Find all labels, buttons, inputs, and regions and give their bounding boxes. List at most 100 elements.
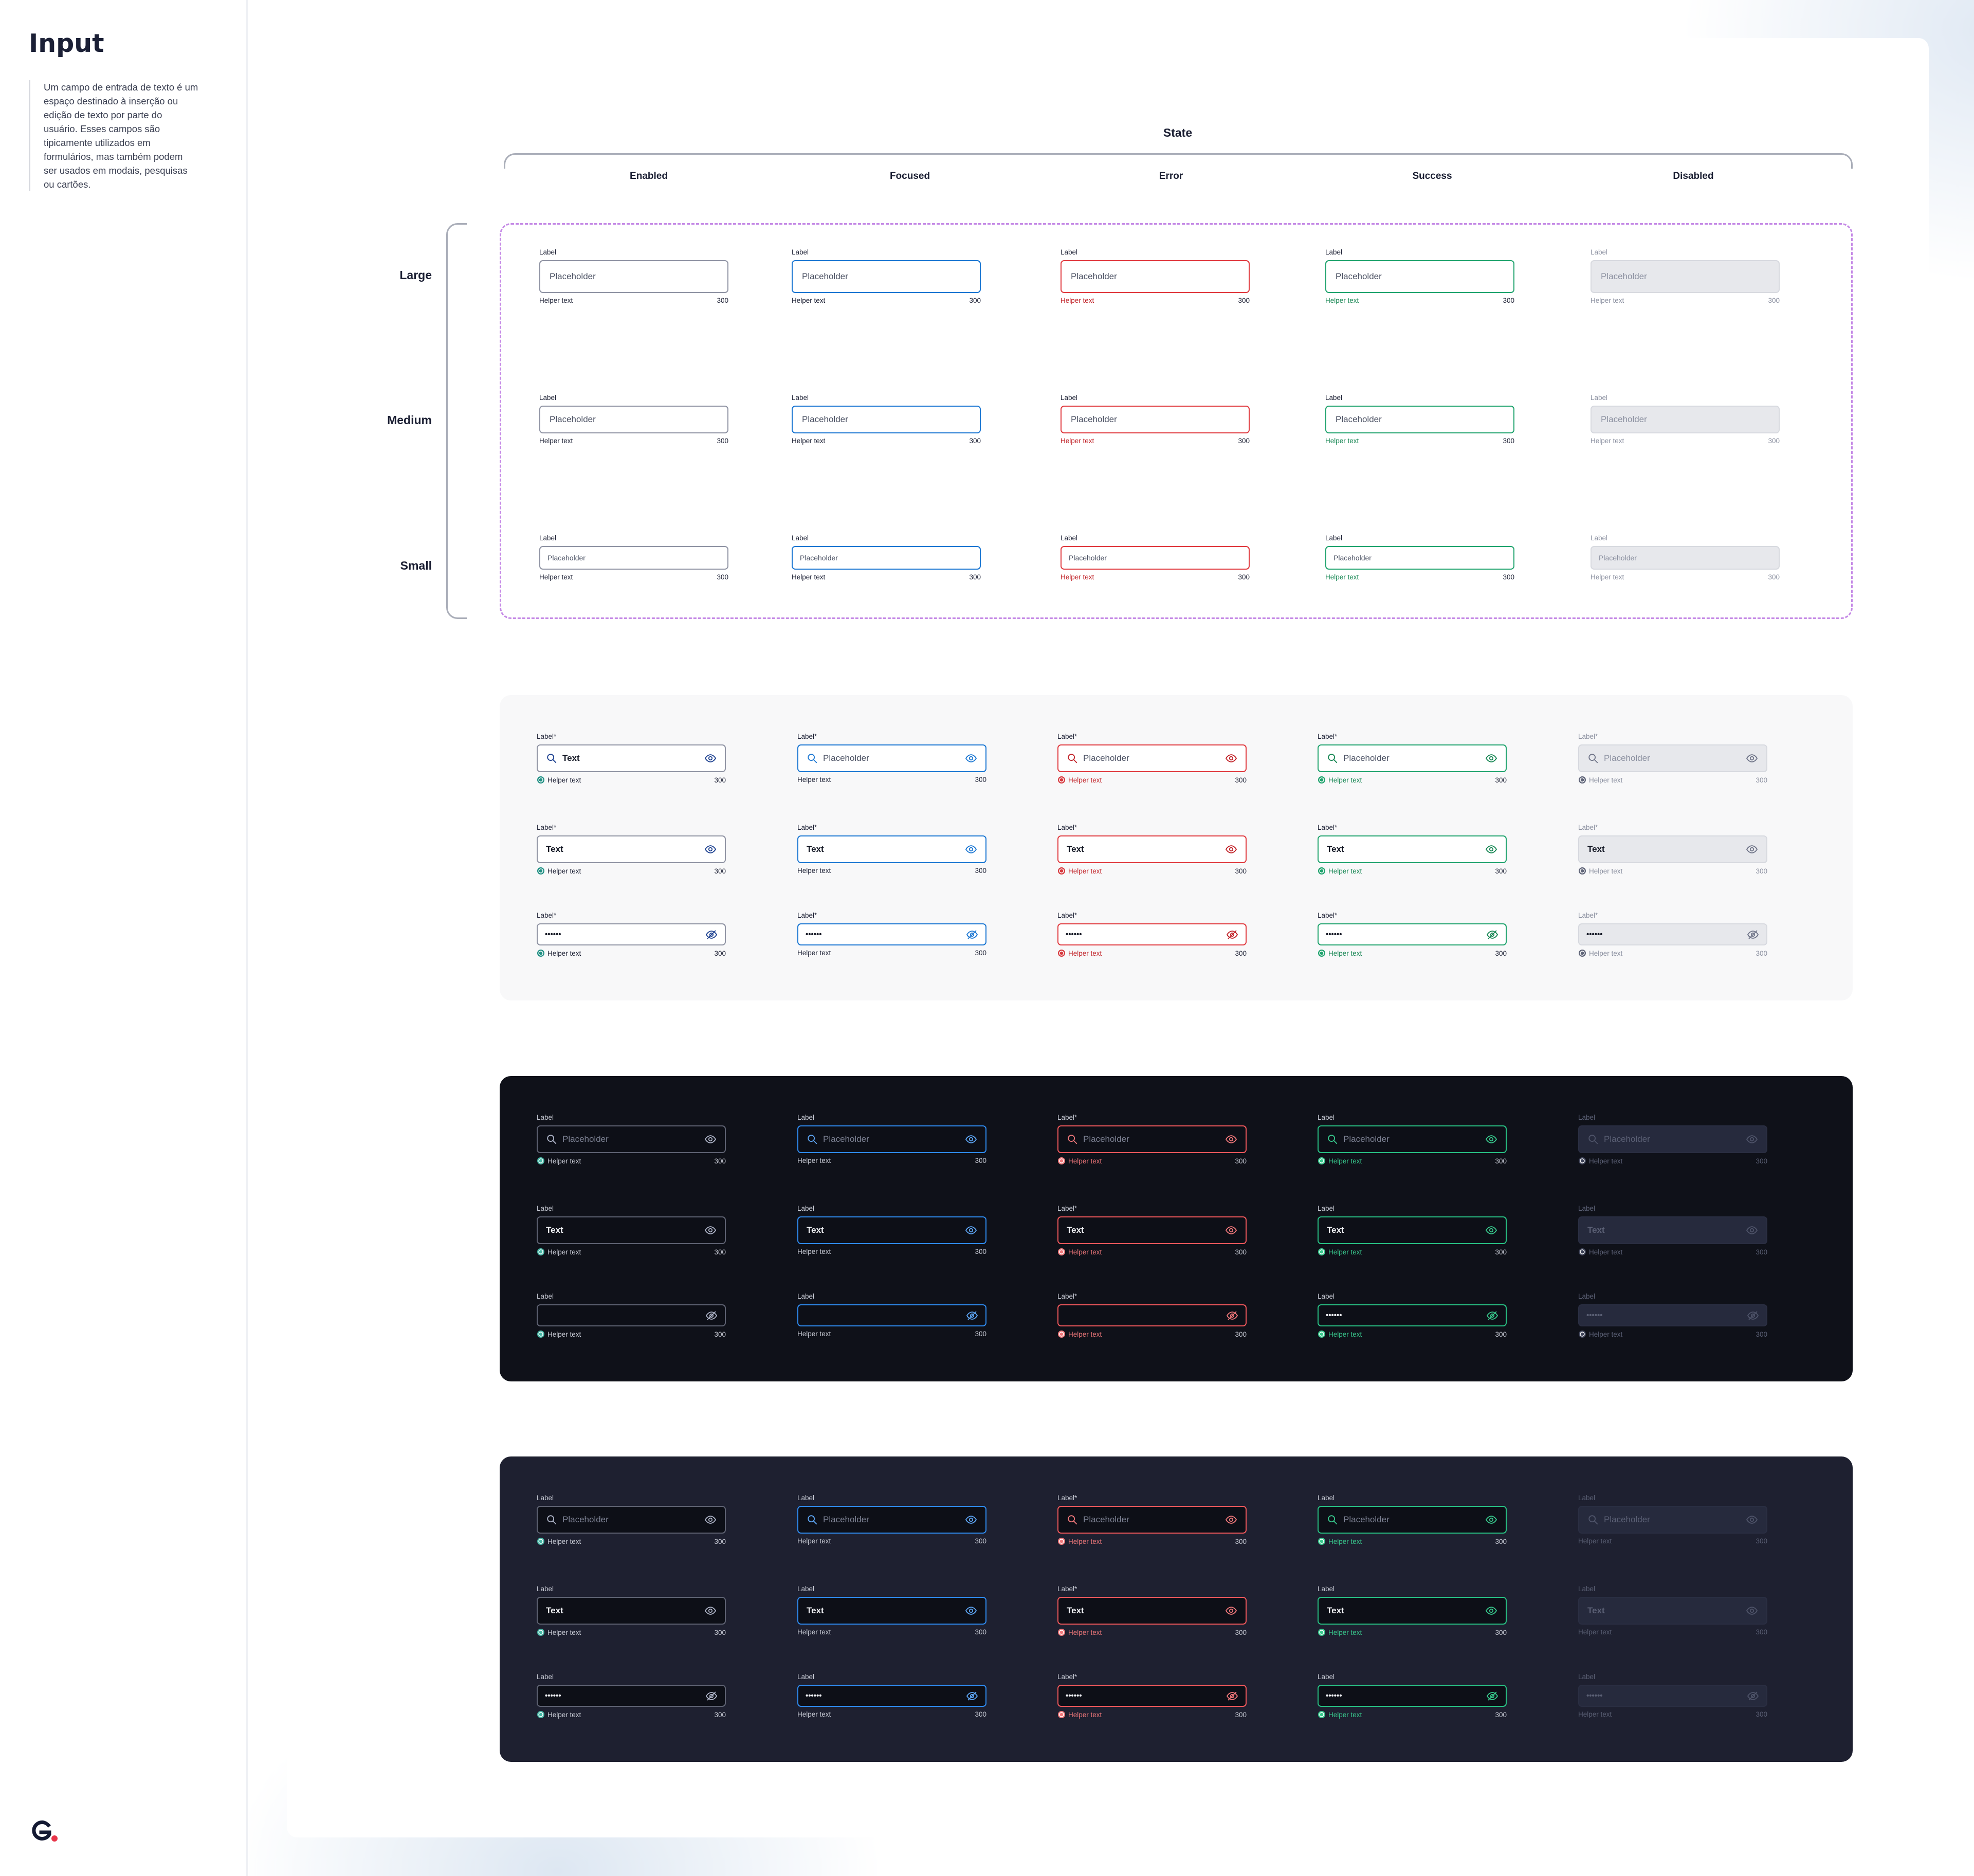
helper-status-icon <box>537 1628 545 1636</box>
eye-icon[interactable] <box>704 1224 717 1236</box>
focused-input-field[interactable]: Placeholder <box>792 546 981 570</box>
focused-input-field[interactable]: •••••• <box>797 923 986 945</box>
enabled-input-field[interactable] <box>537 1304 726 1326</box>
enabled-input-field[interactable]: Placeholder <box>539 406 728 433</box>
success-input-field[interactable]: Placeholder <box>1325 546 1514 570</box>
enabled-input-field[interactable]: Text <box>537 1597 726 1625</box>
enabled-input-field[interactable]: Text <box>537 1216 726 1244</box>
eye-icon[interactable] <box>704 1133 717 1145</box>
eye-off-icon[interactable] <box>705 928 718 941</box>
focused-input-field[interactable]: Placeholder <box>792 406 981 433</box>
eye-icon[interactable] <box>1225 843 1237 855</box>
focused-input-field[interactable]: Placeholder <box>797 1125 986 1153</box>
error-input-field[interactable]: Placeholder <box>1057 744 1247 772</box>
helper-text: Helper text <box>547 949 581 957</box>
eye-icon[interactable] <box>1485 1133 1497 1145</box>
error-input-field[interactable]: •••••• <box>1057 1685 1247 1707</box>
eye-icon[interactable] <box>704 752 717 764</box>
field-label: Label* <box>1057 733 1077 740</box>
focused-input-field[interactable]: •••••• <box>797 1685 986 1707</box>
success-input-field[interactable]: Placeholder <box>1318 1506 1507 1534</box>
eye-icon[interactable] <box>965 1514 977 1526</box>
eye-off-icon[interactable] <box>1486 928 1498 941</box>
success-input-field[interactable]: •••••• <box>1318 1685 1507 1707</box>
eye-off-icon[interactable] <box>1486 1690 1498 1702</box>
focused-input-field[interactable]: Placeholder <box>792 260 981 293</box>
error-input-field[interactable]: Placeholder <box>1061 406 1250 433</box>
success-input-field[interactable]: •••••• <box>1318 923 1507 945</box>
success-input-field[interactable]: Placeholder <box>1318 1125 1507 1153</box>
eye-icon[interactable] <box>1485 1514 1497 1526</box>
eye-icon[interactable] <box>1225 1224 1237 1236</box>
focused-input-field[interactable]: Placeholder <box>797 1506 986 1534</box>
eye-off-icon[interactable] <box>1226 928 1238 941</box>
eye-off-icon[interactable] <box>1486 1309 1498 1322</box>
success-input-field[interactable]: •••••• <box>1318 1304 1507 1326</box>
error-input-field[interactable]: Placeholder <box>1057 1506 1247 1534</box>
input-value: Placeholder <box>547 554 586 562</box>
eye-off-icon[interactable] <box>966 1309 978 1322</box>
focused-input-field[interactable]: Text <box>797 835 986 863</box>
eye-off-icon[interactable] <box>966 928 978 941</box>
enabled-input-field[interactable]: Placeholder <box>537 1506 726 1534</box>
error-input-field[interactable]: Placeholder <box>1057 1125 1247 1153</box>
enabled-input-field[interactable]: •••••• <box>537 923 726 945</box>
eye-icon[interactable] <box>1485 752 1497 764</box>
eye-icon[interactable] <box>965 1605 977 1617</box>
error-input-field[interactable]: Text <box>1057 1597 1247 1625</box>
eye-icon[interactable] <box>1225 1514 1237 1526</box>
enabled-input-field[interactable]: •••••• <box>537 1685 726 1707</box>
field-label: Label* <box>1057 1673 1077 1681</box>
success-input-field[interactable]: Text <box>1318 1216 1507 1244</box>
focused-input-field[interactable]: Text <box>797 1216 986 1244</box>
field-label: Label <box>1325 248 1343 256</box>
enabled-input-field[interactable]: Text <box>537 835 726 863</box>
success-input-field[interactable]: Placeholder <box>1318 744 1507 772</box>
eye-icon[interactable] <box>704 1514 717 1526</box>
success-input-field[interactable]: Text <box>1318 835 1507 863</box>
eye-icon[interactable] <box>1225 1133 1237 1145</box>
error-input-field[interactable]: Text <box>1057 1216 1247 1244</box>
enabled-input-field[interactable]: Placeholder <box>537 1125 726 1153</box>
error-input-field[interactable] <box>1057 1304 1247 1326</box>
eye-icon[interactable] <box>965 1133 977 1145</box>
eye-off-icon[interactable] <box>966 1690 978 1702</box>
enabled-input-field[interactable]: Placeholder <box>539 260 728 293</box>
eye-icon[interactable] <box>965 752 977 764</box>
helper-text: Helper text <box>1589 776 1623 784</box>
field-label: Label <box>1318 1494 1335 1502</box>
enabled-input-field[interactable]: Text <box>537 744 726 772</box>
error-input-field[interactable]: •••••• <box>1057 923 1247 945</box>
helper-status-icon <box>1318 1710 1326 1719</box>
eye-icon[interactable] <box>1485 843 1497 855</box>
error-input-field[interactable]: Placeholder <box>1061 546 1250 570</box>
eye-off-icon[interactable] <box>705 1309 718 1322</box>
helper-text: Helper text <box>792 297 826 304</box>
success-input-field[interactable]: Placeholder <box>1325 260 1514 293</box>
focused-input-field[interactable] <box>797 1304 986 1326</box>
eye-off-icon[interactable] <box>1226 1690 1238 1702</box>
success-input-field[interactable]: Placeholder <box>1325 406 1514 433</box>
eye-icon[interactable] <box>1485 1224 1497 1236</box>
eye-icon[interactable] <box>1485 1605 1497 1617</box>
field-label: Label <box>792 394 809 402</box>
navy-variant-3-disabled: Label •••••• Helper text 300 <box>1578 1673 1767 1718</box>
eye-icon[interactable] <box>965 843 977 855</box>
error-input-field[interactable]: Text <box>1057 835 1247 863</box>
focused-input-field[interactable]: Placeholder <box>797 744 986 772</box>
eye-icon[interactable] <box>1225 752 1237 764</box>
search-icon <box>1067 753 1078 764</box>
eye-off-icon[interactable] <box>705 1690 718 1702</box>
dark-variant-1-success: Label Placeholder Helper text 300 <box>1318 1114 1507 1165</box>
eye-icon[interactable] <box>1225 1605 1237 1617</box>
enabled-input-field[interactable]: Placeholder <box>539 546 728 570</box>
eye-icon[interactable] <box>965 1224 977 1236</box>
focused-input-field[interactable]: Text <box>797 1597 986 1625</box>
character-count: 300 <box>1235 1330 1247 1338</box>
eye-icon[interactable] <box>704 843 717 855</box>
success-input-field[interactable]: Text <box>1318 1597 1507 1625</box>
error-input-field[interactable]: Placeholder <box>1061 260 1250 293</box>
eye-icon[interactable] <box>704 1605 717 1617</box>
eye-off-icon[interactable] <box>1226 1309 1238 1322</box>
input-value: Placeholder <box>1333 554 1372 562</box>
